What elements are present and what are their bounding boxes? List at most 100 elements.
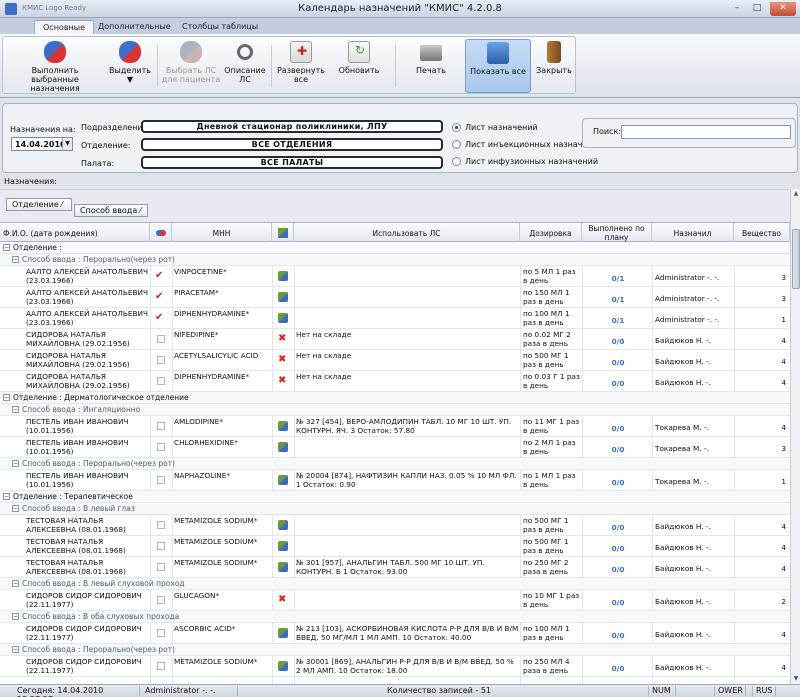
group-row-route[interactable]: − Способ ввода : В левый слуховой проход bbox=[0, 578, 790, 590]
checkmark-icon[interactable]: ✔ bbox=[155, 312, 163, 323]
tab-additional[interactable]: Дополнительные bbox=[90, 20, 179, 34]
search-input[interactable] bbox=[621, 125, 791, 139]
drug-description-button[interactable]: Описание ЛС bbox=[223, 41, 267, 84]
no-stock-icon[interactable]: ✖ bbox=[278, 376, 288, 386]
collapse-icon[interactable]: − bbox=[3, 244, 10, 251]
close-button[interactable]: Закрыть bbox=[535, 41, 573, 75]
table-row[interactable]: СИДОРОВА НАТАЛЬЯ МИХАЙЛОВНА (29.02.1956)… bbox=[0, 329, 790, 350]
row-checkbox[interactable] bbox=[157, 596, 165, 604]
radio-injection[interactable] bbox=[452, 140, 461, 149]
done-value[interactable]: 0/0 bbox=[584, 478, 652, 487]
column-use-drug[interactable]: Использовать ЛС bbox=[294, 223, 520, 242]
refresh-button[interactable]: ↻ Обновить bbox=[333, 41, 385, 75]
group-row-route[interactable]: − Способ ввода : В левый глаз bbox=[0, 503, 790, 515]
done-value[interactable]: 0/0 bbox=[584, 565, 652, 574]
table-row[interactable]: СИДОРОВ СИДОР СИДОРОВИЧ (22.11.1977) ASCO… bbox=[0, 623, 790, 644]
done-value[interactable]: 0/0 bbox=[584, 337, 652, 346]
group-chip-route[interactable]: Способ ввода ⁄ bbox=[74, 204, 148, 217]
choose-drug-button[interactable]: Выбрать ЛС для пациента bbox=[161, 41, 221, 84]
done-value[interactable]: 0/0 bbox=[584, 445, 652, 454]
table-row[interactable]: СИДОРОВ СИДОР СИДОРОВИЧ (22.11.1977) GLUC… bbox=[0, 590, 790, 611]
date-picker[interactable]: 14.04.2010 ▼ bbox=[11, 137, 73, 151]
column-pill-icon[interactable] bbox=[150, 223, 172, 242]
print-button[interactable]: Печать bbox=[405, 41, 457, 75]
group-row-department[interactable]: − Отделение : bbox=[0, 242, 790, 254]
expand-all-button[interactable]: ✚ Развернуть все bbox=[275, 41, 327, 84]
done-value[interactable]: 0/0 bbox=[584, 631, 652, 640]
group-row-route[interactable]: − Способ ввода : Ингаляционно bbox=[0, 404, 790, 416]
table-row[interactable]: ААЛТО АЛЕКСЕЙ АНАТОЛЬЕВИЧ (23.03.1966) ✔ P… bbox=[0, 287, 790, 308]
drug-action-icon[interactable] bbox=[278, 541, 288, 551]
vertical-scrollbar[interactable]: ▲ ▼ bbox=[790, 189, 800, 684]
table-row[interactable]: ТЕСТОВАЯ НАТАЛЬЯ АЛЕКСЕЕВНА (08.01.1968)… bbox=[0, 536, 790, 557]
close-window-button[interactable]: ✕ bbox=[770, 2, 796, 16]
drug-action-icon[interactable] bbox=[278, 562, 288, 572]
maximize-button[interactable]: □ bbox=[748, 2, 766, 16]
radio-list[interactable] bbox=[452, 123, 461, 132]
row-checkbox[interactable] bbox=[157, 476, 165, 484]
group-row-route[interactable]: − Способ ввода : В оба слуховых прохода bbox=[0, 611, 790, 623]
table-row[interactable]: ААЛТО АЛЕКСЕЙ АНАТОЛЬЕВИЧ (23.03.1966) ✔ D… bbox=[0, 308, 790, 329]
column-mnn[interactable]: МНН bbox=[172, 223, 272, 242]
group-chip-department[interactable]: Отделение ⁄ bbox=[6, 198, 72, 211]
done-value[interactable]: 0/0 bbox=[584, 358, 652, 367]
done-value[interactable]: 0/0 bbox=[584, 544, 652, 553]
no-stock-icon[interactable]: ✖ bbox=[278, 334, 288, 344]
table-row[interactable]: ААЛТО АЛЕКСЕЙ АНАТОЛЬЕВИЧ (23.03.1966) ✔ V… bbox=[0, 266, 790, 287]
row-checkbox[interactable] bbox=[157, 356, 165, 364]
drug-action-icon[interactable] bbox=[278, 271, 288, 281]
column-action-icon[interactable] bbox=[272, 223, 294, 242]
collapse-icon[interactable]: − bbox=[12, 505, 19, 512]
drug-action-icon[interactable] bbox=[278, 628, 288, 638]
done-value[interactable]: 0/0 bbox=[584, 424, 652, 433]
column-fio[interactable]: Ф.И.О. (дата рождения) bbox=[0, 223, 150, 242]
scroll-up-icon[interactable]: ▲ bbox=[792, 190, 800, 198]
chevron-down-icon[interactable]: ▼ bbox=[62, 138, 72, 150]
drug-action-icon[interactable] bbox=[278, 475, 288, 485]
done-value[interactable]: 0/0 bbox=[584, 379, 652, 388]
collapse-icon[interactable]: − bbox=[12, 256, 19, 263]
column-dose[interactable]: Дозировка bbox=[520, 223, 582, 242]
execute-selected-button[interactable]: Выполнить выбранные назначения bbox=[7, 41, 103, 93]
group-row-route[interactable]: − Способ ввода : Перорально(через рот) bbox=[0, 644, 790, 656]
collapse-icon[interactable]: − bbox=[3, 493, 10, 500]
show-all-button[interactable]: Показать все bbox=[465, 39, 531, 93]
collapse-icon[interactable]: − bbox=[12, 580, 19, 587]
checkmark-icon[interactable]: ✔ bbox=[155, 291, 163, 302]
group-row-department[interactable]: − Отделение : Дерматологическое отделение bbox=[0, 392, 790, 404]
done-value[interactable]: 0/0 bbox=[584, 664, 652, 673]
done-value[interactable]: 0/1 bbox=[584, 295, 652, 304]
table-row[interactable]: ПЕСТЕЛЬ ИВАН ИВАНОВИЧ (10.01.1956) NAPHAZ… bbox=[0, 470, 790, 491]
row-checkbox[interactable] bbox=[157, 521, 165, 529]
collapse-icon[interactable]: − bbox=[12, 460, 19, 467]
tab-main[interactable]: Основные bbox=[34, 20, 95, 34]
row-checkbox[interactable] bbox=[157, 542, 165, 550]
collapse-icon[interactable]: − bbox=[12, 646, 19, 653]
table-row[interactable]: СИДОРОВА НАТАЛЬЯ МИХАЙЛОВНА (29.02.1956)… bbox=[0, 371, 790, 392]
row-checkbox[interactable] bbox=[157, 377, 165, 385]
table-row[interactable]: ПЕСТЕЛЬ ИВАН ИВАНОВИЧ (10.01.1956) AMLODI… bbox=[0, 416, 790, 437]
drug-action-icon[interactable] bbox=[278, 661, 288, 671]
department-selector[interactable]: ВСЕ ОТДЕЛЕНИЯ bbox=[141, 138, 443, 151]
drug-action-icon[interactable] bbox=[278, 520, 288, 530]
row-checkbox[interactable] bbox=[157, 335, 165, 343]
done-value[interactable]: 0/1 bbox=[584, 316, 652, 325]
table-row[interactable]: СИДОРОВ СИДОР СИДОРОВИЧ (22.11.1977) META… bbox=[0, 656, 790, 677]
table-row[interactable]: ПЕСТЕЛЬ ИВАН ИВАНОВИЧ (10.01.1956) CHLORH… bbox=[0, 437, 790, 458]
radio-infusion[interactable] bbox=[452, 157, 461, 166]
column-assigned-by[interactable]: Назначил bbox=[652, 223, 734, 242]
checkmark-icon[interactable]: ✔ bbox=[155, 270, 163, 281]
collapse-icon[interactable]: − bbox=[12, 613, 19, 620]
row-checkbox[interactable] bbox=[157, 422, 165, 430]
select-button[interactable]: Выделить ▼ bbox=[107, 41, 153, 84]
done-value[interactable]: 0/1 bbox=[584, 274, 652, 283]
no-stock-icon[interactable]: ✖ bbox=[278, 595, 288, 605]
scroll-down-icon[interactable]: ▼ bbox=[792, 675, 800, 683]
ward-selector[interactable]: ВСЕ ПАЛАТЫ bbox=[141, 156, 443, 169]
table-row[interactable]: ТЕСТОВАЯ НАТАЛЬЯ АЛЕКСЕЕВНА (08.01.1968)… bbox=[0, 557, 790, 578]
tab-table-columns[interactable]: Столбцы таблицы bbox=[174, 20, 266, 34]
table-row[interactable]: ТЕСТОВАЯ НАТАЛЬЯ АЛЕКСЕЕВНА (08.01.1968)… bbox=[0, 515, 790, 536]
column-substance[interactable]: Вещество bbox=[734, 223, 790, 242]
division-selector[interactable]: Дневной стационар поликлиники, ЛПУ bbox=[141, 120, 443, 133]
table-row[interactable]: СИДОРОВА НАТАЛЬЯ МИХАЙЛОВНА (29.02.1956)… bbox=[0, 350, 790, 371]
